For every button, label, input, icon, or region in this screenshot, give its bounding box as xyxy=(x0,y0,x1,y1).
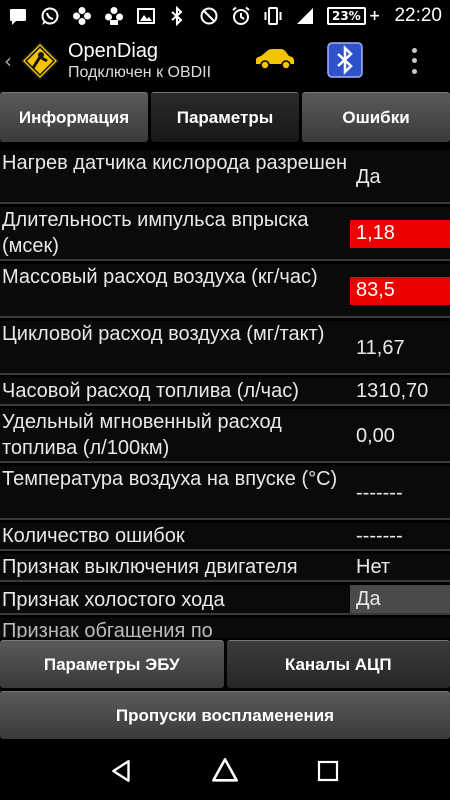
adc-channels-button[interactable]: Каналы АЦП xyxy=(226,640,450,688)
param-row[interactable]: Признак холостого хода Да xyxy=(0,585,450,615)
param-name: Признак выключения двигателя xyxy=(2,556,298,578)
status-bar: 23% + 22:20 xyxy=(0,0,450,32)
image-icon xyxy=(136,6,156,26)
param-name: Часовой расход топлива (л/час) xyxy=(2,380,299,402)
param-row[interactable]: Нагрев датчика кислорода разрешен Да xyxy=(0,150,450,204)
param-row[interactable]: Массовый расход воздуха (кг/час) 83,5 xyxy=(0,264,450,318)
bottom-button-row: Параметры ЭБУ Каналы АЦП xyxy=(0,640,450,688)
param-row[interactable]: Удельный мгновенный расход топлива (л/10… xyxy=(0,409,450,463)
param-row[interactable]: Количество ошибок ------- xyxy=(0,523,450,551)
param-value: ------- xyxy=(356,525,403,547)
app-title: OpenDiag xyxy=(68,40,159,62)
param-name: Удельный мгновенный расход топлива (л/10… xyxy=(2,411,282,459)
back-chevron-icon[interactable]: ‹ xyxy=(4,49,18,73)
param-row[interactable]: Цикловой расход воздуха (мг/такт) 11,67 xyxy=(0,321,450,375)
app-bar: ‹ OpenDiag Подключен к OBDII xyxy=(0,32,450,90)
param-value xyxy=(350,618,450,638)
message-icon xyxy=(8,6,28,26)
nav-recents-icon[interactable] xyxy=(312,755,344,787)
battery-percent: 23% xyxy=(326,7,366,25)
tab-information[interactable]: Информация xyxy=(0,92,148,142)
clock: 22:20 xyxy=(394,5,442,26)
param-value: 0,00 xyxy=(356,425,395,447)
param-value: 1,18 xyxy=(350,220,450,248)
misfires-button[interactable]: Пропуски воспламенения xyxy=(0,691,450,739)
alarm-icon xyxy=(231,6,251,26)
signal-icon xyxy=(295,6,315,26)
bluetooth-icon xyxy=(167,6,187,26)
battery-indicator: 23% + xyxy=(326,7,381,25)
do-not-disturb-icon xyxy=(199,6,219,26)
whatsapp-icon xyxy=(40,6,60,26)
pinwheel-icon xyxy=(72,6,92,26)
param-row[interactable]: Признак выключения двигателя Нет xyxy=(0,554,450,582)
param-value: Да xyxy=(356,166,381,188)
connection-status: Подключен к OBDII xyxy=(68,64,212,81)
param-name: Нагрев датчика кислорода разрешен xyxy=(2,152,348,174)
pinwheel-alt-icon xyxy=(104,6,124,26)
car-icon[interactable] xyxy=(253,46,297,72)
param-name: Признак холостого хода xyxy=(2,589,225,611)
param-name: Массовый расход воздуха (кг/час) xyxy=(2,266,318,288)
charging-icon: + xyxy=(368,8,381,24)
param-name: Цикловой расход воздуха (мг/такт) xyxy=(2,323,325,345)
param-value: Нет xyxy=(356,556,391,578)
param-value: 1310,70 xyxy=(356,380,429,402)
param-row[interactable]: Часовой расход топлива (л/час) 1310,70 xyxy=(0,378,450,406)
parameter-list[interactable]: Нагрев датчика кислорода разрешен Да Дли… xyxy=(0,146,450,638)
bluetooth-button-icon[interactable] xyxy=(327,42,363,78)
vibrate-icon xyxy=(263,6,283,26)
tab-errors[interactable]: Ошибки xyxy=(302,92,450,142)
ecu-params-button[interactable]: Параметры ЭБУ xyxy=(0,640,224,688)
app-logo[interactable] xyxy=(20,41,60,81)
param-name: Температура воздуха на впуске (°C) xyxy=(2,468,338,490)
param-name: Длительность импульса впрыска (мсек) xyxy=(2,209,309,257)
param-row[interactable]: Признак обгащения по xyxy=(0,618,450,638)
param-value: 11,67 xyxy=(356,337,405,359)
tab-parameters[interactable]: Параметры xyxy=(151,92,299,142)
overflow-menu-icon[interactable] xyxy=(404,45,424,77)
nav-home-icon[interactable] xyxy=(209,755,241,787)
param-name: Количество ошибок xyxy=(2,525,185,547)
param-value: ------- xyxy=(356,482,403,504)
param-name: Признак обгащения по xyxy=(2,620,213,638)
param-value: Да xyxy=(350,585,450,613)
param-row[interactable]: Температура воздуха на впуске (°C) -----… xyxy=(0,466,450,520)
system-nav-bar xyxy=(0,742,450,800)
param-row[interactable]: Длительность импульса впрыска (мсек) 1,1… xyxy=(0,207,450,261)
tab-bar: Информация Параметры Ошибки xyxy=(0,92,450,142)
param-value: 83,5 xyxy=(350,277,450,305)
nav-back-icon[interactable] xyxy=(106,755,138,787)
